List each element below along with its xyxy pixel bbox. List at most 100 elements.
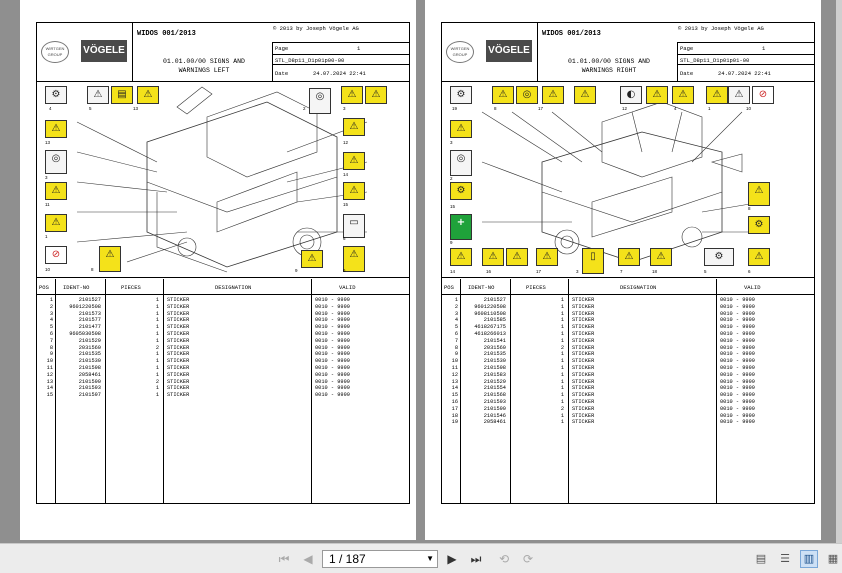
cell-ident-no: 2101597 bbox=[78, 392, 101, 399]
table-rows: 1 2101527 1 STICKER 0010 - 9999 2 9601220508 1 S… bbox=[37, 297, 409, 399]
cell-ident-no: 2058461 bbox=[483, 419, 506, 426]
cell-valid: 0010 - 9999 bbox=[720, 317, 755, 324]
table-rows: 1 2101527 1 STICKER 0010 - 9999 2 9601220508 1 S… bbox=[442, 297, 814, 426]
cell-ident-no: 2101530 bbox=[78, 358, 101, 365]
sign-number: 5 bbox=[704, 269, 707, 274]
cell-designation: STICKER bbox=[167, 385, 190, 392]
illustration-right: ⚙ ⚠ ◎ ⚠ ⚠ ◐ ⚠ ⚠ ⚠ ⚠ ⊘ ⚠ ◎ ⚙ ⚠ ⚙ + ⚠ ⚠ ⚠ bbox=[442, 82, 814, 278]
cell-valid: 0010 - 9999 bbox=[720, 392, 755, 399]
page-number-select[interactable]: 1 / 187 ▼ bbox=[322, 550, 438, 568]
copyright: © 2013 by Joseph Vögele AG bbox=[273, 25, 359, 32]
page-number-display: 1 / 187 bbox=[329, 552, 366, 566]
cell-pos: 9 bbox=[49, 351, 53, 358]
cell-ident-no: 4618267175 bbox=[474, 324, 506, 331]
sign-number: 3 bbox=[450, 140, 453, 145]
cell-pos: 9 bbox=[454, 351, 458, 358]
cell-pieces: 1 bbox=[155, 351, 159, 358]
warning-sign: ⚠ bbox=[748, 182, 770, 206]
cell-pos: 7 bbox=[454, 337, 458, 344]
cell-valid: 0010 - 9999 bbox=[720, 385, 755, 392]
warning-sign: ⚠ bbox=[87, 86, 109, 104]
cell-ident-no: 2101598 bbox=[78, 364, 101, 371]
rotate-left-icon[interactable]: ⟲ bbox=[496, 551, 512, 567]
cell-designation: STICKER bbox=[572, 405, 595, 412]
cell-pos: 12 bbox=[451, 371, 458, 378]
date-label: Date bbox=[680, 70, 694, 77]
cell-valid: 0010 - 9999 bbox=[720, 405, 755, 412]
vertical-scrollbar[interactable] bbox=[836, 0, 842, 543]
page-left: WIRTGEN GROUP VÖGELE WIDOS 001/2013 © 20… bbox=[20, 0, 416, 540]
warning-sign: ⚠ bbox=[706, 86, 728, 104]
cell-pos: 5 bbox=[49, 324, 53, 331]
cell-valid: 0010 - 9999 bbox=[315, 351, 350, 358]
cell-valid: 0010 - 9999 bbox=[720, 419, 755, 426]
table-row: 16 2101593 1 STICKER 0010 - 9999 bbox=[442, 399, 814, 406]
warning-sign: ⚙ bbox=[450, 182, 472, 200]
cell-ident-no: 2101529 bbox=[78, 337, 101, 344]
table-row: 1 2101527 1 STICKER 0010 - 9999 bbox=[442, 297, 814, 304]
cell-ident-no: 2101568 bbox=[483, 392, 506, 399]
warning-sign: ⚠ bbox=[650, 248, 672, 266]
cell-designation: STICKER bbox=[167, 324, 190, 331]
sign-number: 7 bbox=[620, 269, 623, 274]
cell-pos: 5 bbox=[454, 324, 458, 331]
sign-number: 13 bbox=[133, 106, 139, 111]
warning-sign: ⚠ bbox=[450, 120, 472, 138]
cell-designation: STICKER bbox=[167, 317, 190, 324]
table-row: 2 9601220508 1 STICKER 0010 - 9999 bbox=[37, 304, 409, 311]
cell-designation: STICKER bbox=[572, 324, 595, 331]
cell-ident-no: 4618266013 bbox=[474, 330, 506, 337]
illustration-left: ⚙ ⚠ ▤ ⚠ ◎ ⚠ ⚠ ⚠ ⚠ ◎ ⚠ ⚠ ⚠ ⚠ ▭ ⊘ ⚠ ⚠ ⚠ 4 bbox=[37, 82, 409, 278]
rotate-right-icon[interactable]: ⟳ bbox=[520, 551, 536, 567]
sign-number: 5 bbox=[89, 106, 92, 111]
cell-designation: STICKER bbox=[167, 297, 190, 303]
table-header: POS IDENT-NO PIECES DESIGNATION VALID bbox=[442, 279, 814, 295]
section-line-2: WARNINGS RIGHT bbox=[581, 67, 637, 74]
two-page-view-icon[interactable]: ▥ bbox=[800, 550, 818, 568]
warning-sign: ⚙ bbox=[450, 86, 472, 104]
first-page-icon[interactable]: ⏮ bbox=[276, 551, 292, 567]
cell-valid: 0010 - 9999 bbox=[720, 378, 755, 385]
sign-number: 17 bbox=[536, 269, 542, 274]
warning-sign: ⚠ bbox=[301, 250, 323, 268]
next-page-icon[interactable]: ▶ bbox=[444, 551, 460, 567]
cell-ident-no: 2101530 bbox=[483, 358, 506, 365]
previous-page-icon[interactable]: ◀ bbox=[300, 551, 316, 567]
cell-designation: STICKER bbox=[167, 330, 190, 337]
cell-pieces: 2 bbox=[560, 405, 564, 412]
table-row: 15 2101597 1 STICKER 0010 - 9999 bbox=[37, 392, 409, 399]
continuous-view-icon[interactable]: ☰ bbox=[776, 550, 794, 568]
table-row: 17 2101590 2 STICKER 0010 - 9999 bbox=[442, 406, 814, 413]
cell-pieces: 2 bbox=[155, 344, 159, 351]
cell-pos: 3 bbox=[454, 310, 458, 317]
table-row: 7 2101541 1 STICKER 0010 - 9999 bbox=[442, 338, 814, 345]
cell-ident-no: 2101577 bbox=[78, 317, 101, 324]
cell-valid: 0010 - 9999 bbox=[315, 324, 350, 331]
sign-number: 13 bbox=[45, 140, 51, 145]
cell-pos: 4 bbox=[49, 317, 53, 324]
warning-sign: ⚠ bbox=[343, 246, 365, 272]
warning-sign: ⚠ bbox=[343, 118, 365, 136]
cell-ident-no: 9601220508 bbox=[474, 303, 506, 310]
cell-ident-no: 2101593 bbox=[483, 398, 506, 405]
cell-pos: 8 bbox=[454, 344, 458, 351]
warning-sign: ◎ bbox=[45, 150, 67, 174]
warning-sign: ⊘ bbox=[45, 246, 67, 264]
two-page-continuous-view-icon[interactable]: ▦ bbox=[824, 550, 842, 568]
cell-valid: 0010 - 9999 bbox=[720, 398, 755, 405]
cell-valid: 0010 - 9999 bbox=[315, 330, 350, 337]
sign-number: 16 bbox=[486, 269, 492, 274]
cell-pos: 11 bbox=[46, 364, 53, 371]
cell-valid: 0010 - 9999 bbox=[315, 385, 350, 392]
col-pieces: PIECES bbox=[526, 284, 546, 291]
warning-sign: ⚠ bbox=[506, 248, 528, 266]
cell-designation: STICKER bbox=[167, 344, 190, 351]
single-page-view-icon[interactable]: ▤ bbox=[752, 550, 770, 568]
cell-designation: STICKER bbox=[167, 303, 190, 310]
cell-ident-no: 2101583 bbox=[483, 371, 506, 378]
page-number: 1 bbox=[357, 45, 361, 52]
table-row: 9 2101535 1 STICKER 0010 - 9999 bbox=[442, 351, 814, 358]
cell-pos: 15 bbox=[451, 392, 458, 399]
last-page-icon[interactable]: ⏭ bbox=[468, 551, 484, 567]
table-row: 8 2031560 2 STICKER 0010 - 9999 bbox=[442, 345, 814, 352]
